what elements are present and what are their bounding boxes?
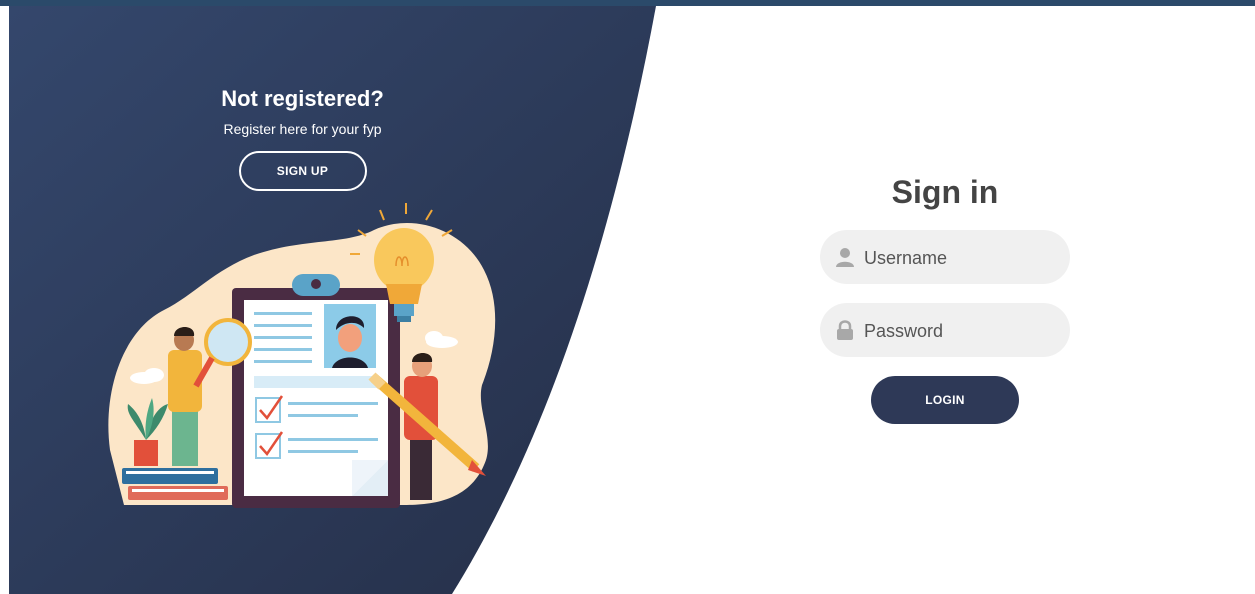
password-field[interactable] [820, 303, 1070, 359]
not-registered-heading: Not registered? [221, 86, 384, 111]
sign-up-button[interactable]: SIGN UP [238, 151, 367, 191]
username-field[interactable] [820, 230, 1070, 286]
user-icon [836, 248, 854, 267]
sign-in-title: Sign in [891, 174, 999, 210]
login-button[interactable]: LOGIN [871, 376, 1019, 424]
register-subtitle: Register here for your fyp [223, 121, 382, 137]
lock-icon [837, 320, 853, 340]
password-input[interactable] [862, 303, 1062, 359]
username-input[interactable] [862, 230, 1062, 286]
login-page: Not registered? Register here for your f… [0, 0, 1255, 594]
job-application-illustration [108, 203, 496, 508]
register-prompt: Not registered? Register here for your f… [150, 84, 455, 191]
sign-in-form: Sign in LOGIN [820, 170, 1070, 424]
